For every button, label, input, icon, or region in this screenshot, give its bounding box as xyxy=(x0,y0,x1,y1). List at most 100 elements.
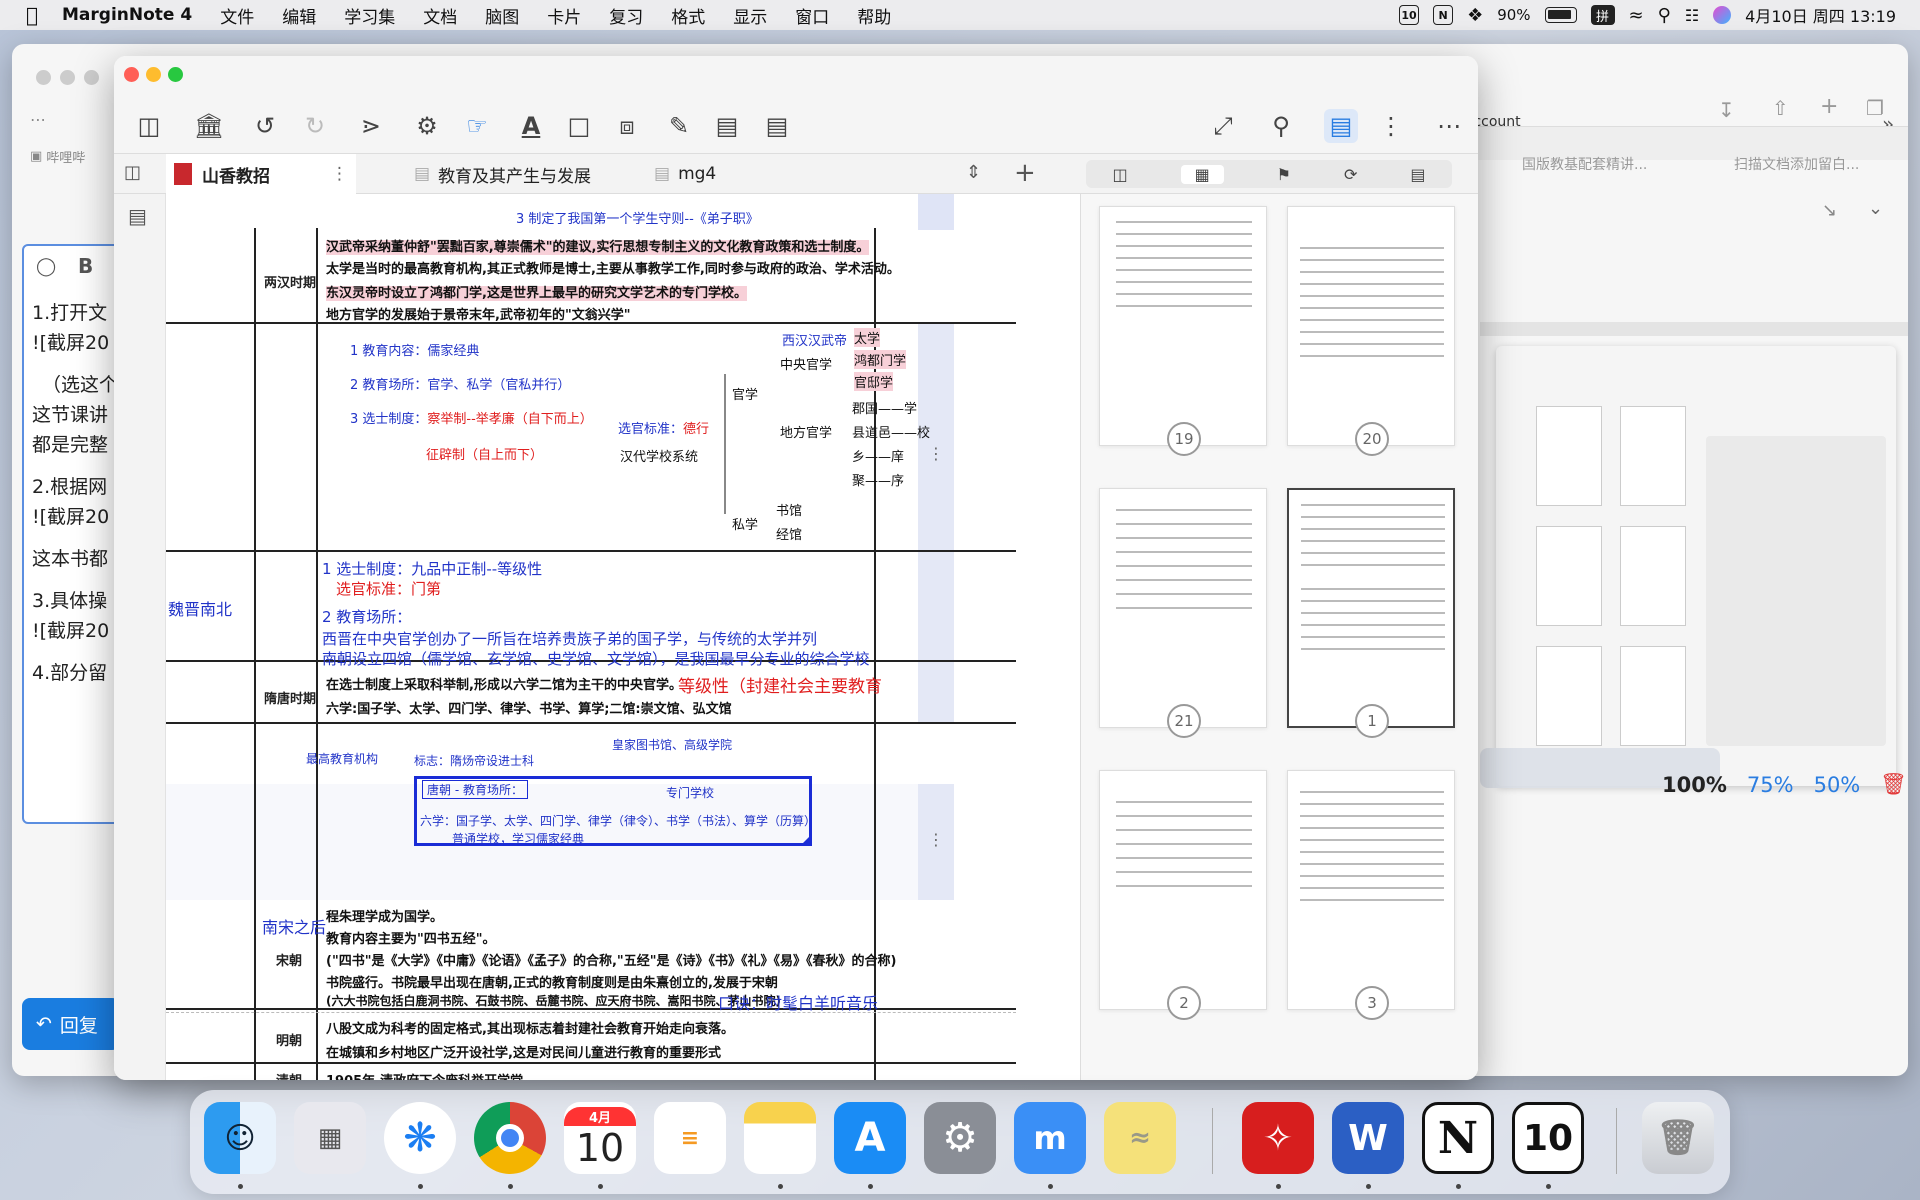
page-thumbnail[interactable] xyxy=(1099,488,1267,728)
page-thumbnail[interactable] xyxy=(1099,770,1267,1010)
search-icon[interactable]: ⚲ xyxy=(1658,5,1671,26)
link-view-icon[interactable]: ⟳ xyxy=(1344,165,1357,184)
marginnote-icon[interactable]: m xyxy=(1014,1102,1086,1174)
note-standard[interactable]: 选官标准：德行 xyxy=(618,418,709,437)
note-zhengpi[interactable]: 征辟制（自上而下） xyxy=(426,444,543,463)
card-note[interactable]: 口诀：时髦白羊听音乐 xyxy=(718,990,878,1014)
mindmap-node[interactable]: 地方官学 xyxy=(780,422,832,441)
reply-button[interactable]: ↶ 回复 xyxy=(22,998,120,1050)
pen-icon[interactable]: ✎ xyxy=(662,109,696,143)
page-thumbnail[interactable] xyxy=(1287,206,1455,446)
side-note[interactable]: 南宋之后 xyxy=(262,914,326,938)
minimize-icon[interactable] xyxy=(60,70,75,85)
close-icon[interactable] xyxy=(36,70,51,85)
bookmark-view-icon[interactable]: ⚑ xyxy=(1277,165,1291,184)
mindmap-node[interactable]: 乡——庠 xyxy=(852,446,904,465)
trash-icon[interactable]: 🗑 xyxy=(1642,1102,1714,1174)
text-highlight-icon[interactable]: A xyxy=(514,109,548,143)
mindmap-node[interactable]: 太学 xyxy=(854,328,881,347)
menu-format[interactable]: 格式 xyxy=(657,3,719,28)
tab-notebook[interactable]: 山香教招 ⋮ xyxy=(166,154,356,194)
zoom-100[interactable]: 100% xyxy=(1662,773,1727,797)
text-line[interactable]: 西晋在中央官学创办了一所旨在培养贵族子弟的国子学，与传统的太学并列 xyxy=(322,628,817,649)
split-view-icon[interactable]: ◫ xyxy=(124,162,141,183)
browser-tab-left[interactable]: ▣ 哔哩哔 xyxy=(30,144,110,168)
add-tab-icon[interactable]: + xyxy=(1014,158,1036,188)
resize-handle-icon[interactable] xyxy=(800,834,812,846)
drag-handle-icon[interactable]: ⋮ xyxy=(928,830,944,849)
textbox-icon[interactable]: ▤ xyxy=(710,109,744,143)
sidebar-icon[interactable]: ◫ xyxy=(132,109,166,143)
shrink-icon[interactable]: ⤢ xyxy=(1206,109,1240,143)
menu-file[interactable]: 文件 xyxy=(206,3,268,28)
apple-menu-icon[interactable]:  xyxy=(0,3,48,27)
new-tab-icon[interactable]: + xyxy=(1820,94,1838,119)
note[interactable]: 最高教育机构 xyxy=(306,750,378,767)
menu-view[interactable]: 显示 xyxy=(719,3,781,28)
mindmap-node[interactable]: 中央官学 xyxy=(780,354,832,373)
menu-studyset[interactable]: 学习集 xyxy=(330,3,409,28)
mindmap-node[interactable]: 县道邑——校 xyxy=(852,422,930,441)
book-view-icon[interactable]: ◫ xyxy=(1112,165,1127,184)
reminders-icon[interactable]: ≡ xyxy=(654,1102,726,1174)
10-icon[interactable]: 10 xyxy=(1399,5,1420,25)
card-node[interactable]: 普通学校，学习儒家经典 xyxy=(452,830,584,847)
menu-help[interactable]: 帮助 xyxy=(843,3,905,28)
10-icon[interactable]: 10 xyxy=(1512,1102,1584,1174)
zoom-75[interactable]: 75% xyxy=(1747,773,1794,797)
mindmap-node[interactable]: 私学 xyxy=(732,514,758,533)
tab-document-2[interactable]: ▤ mg4 xyxy=(654,154,814,194)
page-thumbnail[interactable] xyxy=(1287,770,1455,1010)
menu-edit[interactable]: 编辑 xyxy=(268,3,330,28)
hand-tool-icon[interactable]: ☞ xyxy=(460,109,494,143)
page-search-icon[interactable]: ⚲ xyxy=(1264,109,1298,143)
chevron-down-icon[interactable]: ⌄ xyxy=(1868,198,1883,219)
page-thumbnail[interactable] xyxy=(1099,206,1267,446)
input-method-icon[interactable]: 拼 xyxy=(1590,5,1615,25)
grid-view-icon[interactable]: ▦ xyxy=(1180,164,1224,184)
note[interactable]: 皇家图书馆、高级学院 xyxy=(612,736,732,753)
control-center-icon[interactable]: ☷ xyxy=(1685,6,1699,25)
zoom-50[interactable]: 50% xyxy=(1814,773,1861,797)
mindmap-node[interactable]: 西汉汉武帝 xyxy=(782,330,847,349)
page-thumbnail-current[interactable] xyxy=(1287,488,1455,728)
rectangle-select-icon[interactable]: □ xyxy=(562,109,596,143)
chrome-icon[interactable] xyxy=(474,1102,546,1174)
grid-icon[interactable]: ⋯ xyxy=(30,110,46,129)
safari-icon[interactable]: ❋ xyxy=(384,1102,456,1174)
menu-document[interactable]: 文档 xyxy=(409,3,471,28)
menu-card[interactable]: 卡片 xyxy=(533,3,595,28)
text-line[interactable]: 选官标准：门第 xyxy=(336,578,441,599)
wifi-icon[interactable]: ≈ xyxy=(1629,5,1644,26)
notes-view-icon[interactable]: ▤ xyxy=(1410,165,1425,184)
zoom-icon[interactable] xyxy=(168,67,183,82)
mindmap-root[interactable]: 汉代学校系统 xyxy=(620,446,698,465)
note-content[interactable]: 1 教育内容：儒家经典 xyxy=(350,340,479,359)
note[interactable]: 标志：隋炀帝设进士科 xyxy=(414,752,534,769)
note-selection[interactable]: 3 选士制度：察举制--举孝廉（自下而上） xyxy=(350,408,593,427)
more-icon[interactable]: ⋮ xyxy=(331,164,356,184)
mindmap-node[interactable]: 郡国——学 xyxy=(852,398,917,417)
more-horizontal-icon[interactable]: ⋯ xyxy=(1432,109,1466,143)
launchpad-icon[interactable]: ▦ xyxy=(294,1102,366,1174)
redo-icon[interactable]: ↻ xyxy=(298,109,332,143)
notes-icon[interactable] xyxy=(744,1102,816,1174)
mindmap-node[interactable]: 官邸学 xyxy=(854,372,894,391)
text-line[interactable]: 1 选士制度：九品中正制--等级性 xyxy=(322,558,542,579)
card-node[interactable]: 专门学校 xyxy=(666,784,714,801)
screenshot-select-icon[interactable]: ⧈ xyxy=(610,109,644,143)
text-line[interactable]: 2 教育场所： xyxy=(322,606,411,627)
library-icon[interactable]: 🏛 xyxy=(192,109,226,143)
download-icon[interactable]: ↧ xyxy=(1718,98,1735,122)
card-title[interactable]: 唐朝 - 教育场所： xyxy=(422,780,528,799)
mindmap-node[interactable]: 聚——序 xyxy=(852,470,904,489)
mindmap-node[interactable]: 鸿都门学 xyxy=(854,350,907,369)
app-store-icon[interactable]: A xyxy=(834,1102,906,1174)
card-note[interactable]: 3 制定了我国第一个学生守则--《弟子职》 xyxy=(516,208,759,227)
menu-mindmap[interactable]: 脑图 xyxy=(471,3,533,28)
mindmap-node[interactable]: 经馆 xyxy=(776,524,802,543)
clock[interactable]: 4月10日 周四 13:19 xyxy=(1745,3,1896,27)
card-note[interactable]: 等级性（封建社会主要教育 xyxy=(678,672,882,697)
more-vertical-icon[interactable]: ⋮ xyxy=(1374,109,1408,143)
outline-icon[interactable]: ▤ xyxy=(128,204,147,228)
